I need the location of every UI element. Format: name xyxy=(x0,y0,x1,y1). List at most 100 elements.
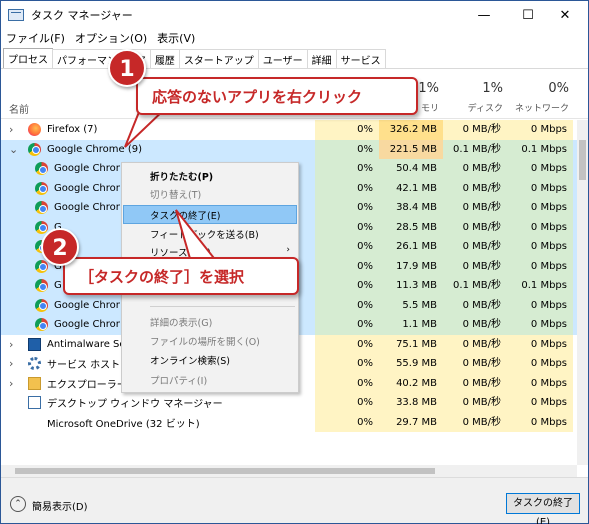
process-name: Microsoft OneDrive (32 ビット) xyxy=(47,418,200,430)
vertical-scrollbar[interactable] xyxy=(577,120,588,465)
disk-value: 0 MB/秒 xyxy=(443,237,507,257)
expand-chevron-icon[interactable]: › xyxy=(9,377,13,390)
cpu-value: 0% xyxy=(315,276,379,296)
name-column-header[interactable]: 名前 xyxy=(9,101,29,116)
context-menu-properties[interactable]: プロパティ(I) xyxy=(150,373,207,387)
vertical-scroll-thumb[interactable] xyxy=(579,140,586,180)
chrome-icon xyxy=(35,220,48,234)
cpu-value: 0% xyxy=(315,334,379,354)
disk-total[interactable]: 1% xyxy=(443,81,503,96)
menu-options[interactable]: オプション(O) xyxy=(70,30,152,46)
end-task-button[interactable]: タスクの終了(E) xyxy=(506,493,580,524)
callout-2-text: ［タスクの終了］を選択 xyxy=(79,267,245,286)
tab-services[interactable]: サービス xyxy=(335,49,386,68)
folder-icon xyxy=(28,376,41,390)
network-value: 0 Mbps xyxy=(507,237,573,257)
cpu-value: 0% xyxy=(315,393,379,413)
callout-2: ［タスクの終了］を選択 xyxy=(63,257,299,295)
network-value: 0.1 Mbps xyxy=(507,139,573,159)
network-total[interactable]: 0% xyxy=(507,81,569,96)
tab-strip: プロセス パフォーマンス ア 履歴 スタートアップ ユーザー 詳細 サービス xyxy=(3,48,386,68)
footer-bar: ⌃ 簡易表示(D) タスクの終了(E) xyxy=(1,477,588,524)
network-value: 0 Mbps xyxy=(507,334,573,354)
callout-1: 応答のないアプリを右クリック xyxy=(136,77,418,115)
desktop-window-icon xyxy=(28,396,41,409)
process-row[interactable]: › Firefox (7) 0% 326.2 MB 0 MB/秒 0 Mbps xyxy=(1,120,577,140)
process-name: Google Chrom xyxy=(54,202,120,214)
menu-view[interactable]: 表示(V) xyxy=(152,30,200,46)
disk-value: 0 MB/秒 xyxy=(443,256,507,276)
menu-file[interactable]: ファイル(F) xyxy=(1,30,70,46)
horizontal-scroll-thumb[interactable] xyxy=(15,468,435,474)
task-manager-window: タスク マネージャー — ☐ ✕ ファイル(F) オプション(O) 表示(V) … xyxy=(0,0,589,524)
shield-box-icon xyxy=(28,337,41,351)
disk-value: 0 MB/秒 xyxy=(443,354,507,374)
horizontal-scrollbar[interactable] xyxy=(1,465,577,477)
gear-icon xyxy=(28,357,41,370)
network-column-header[interactable]: ネットワーク xyxy=(507,101,569,114)
network-value: 0 Mbps xyxy=(507,393,573,413)
network-value: 0 Mbps xyxy=(507,373,573,393)
chrome-icon xyxy=(35,318,48,331)
cpu-value: 0% xyxy=(315,315,379,335)
cpu-value: 0% xyxy=(315,198,379,218)
tab-details[interactable]: 詳細 xyxy=(306,49,337,68)
callout-1-badge: 1 xyxy=(108,49,146,87)
context-menu-separator xyxy=(150,306,295,307)
chrome-icon xyxy=(35,298,48,312)
cpu-value: 0% xyxy=(315,139,379,159)
disk-value: 0.1 MB/秒 xyxy=(443,276,507,296)
cpu-value: 0% xyxy=(315,295,379,315)
task-manager-icon xyxy=(8,9,24,21)
disk-value: 0 MB/秒 xyxy=(443,217,507,237)
chevron-up-icon[interactable]: ⌃ xyxy=(10,496,26,512)
context-menu-go-to-details[interactable]: 詳細の表示(G) xyxy=(150,315,212,329)
context-menu-collapse[interactable]: 折りたたむ(P) xyxy=(150,169,213,183)
expand-chevron-icon[interactable]: ⌄ xyxy=(9,143,18,156)
callout-2-badge: 2 xyxy=(41,228,79,266)
tab-startup[interactable]: スタートアップ xyxy=(178,49,259,68)
memory-value: 42.1 MB xyxy=(379,178,443,198)
chrome-icon xyxy=(35,201,48,214)
cpu-value: 0% xyxy=(315,217,379,237)
expand-chevron-icon[interactable]: › xyxy=(9,338,13,351)
tab-history[interactable]: 履歴 xyxy=(149,49,180,68)
process-name: Google Chrom xyxy=(54,319,120,331)
chrome-icon xyxy=(35,279,48,292)
close-button[interactable]: ✕ xyxy=(542,1,588,29)
context-menu-search-online[interactable]: オンライン検索(S) xyxy=(150,353,230,367)
expand-chevron-icon[interactable]: › xyxy=(9,123,13,136)
chrome-icon xyxy=(28,142,41,156)
process-row[interactable]: ⌄ Google Chrome (9) 0% 221.5 MB 0.1 MB/秒 0.1 … xyxy=(1,139,577,159)
memory-value: 38.4 MB xyxy=(379,198,443,218)
network-value: 0 Mbps xyxy=(507,178,573,198)
disk-column-header[interactable]: ディスク xyxy=(443,101,503,114)
cpu-value: 0% xyxy=(315,120,379,140)
disk-value: 0 MB/秒 xyxy=(443,393,507,413)
tab-users[interactable]: ユーザー xyxy=(257,49,308,68)
process-row[interactable]: Microsoft OneDrive (32 ビット) 0% 29.7 MB 0 MB… xyxy=(1,412,577,432)
chrome-icon xyxy=(35,181,48,195)
memory-value: 5.5 MB xyxy=(379,295,443,315)
cpu-value: 0% xyxy=(315,354,379,374)
disk-value: 0 MB/秒 xyxy=(443,120,507,140)
minimize-button[interactable]: — xyxy=(461,1,507,29)
memory-value: 55.9 MB xyxy=(379,354,443,374)
expand-chevron-icon[interactable]: › xyxy=(9,357,13,370)
network-value: 0 Mbps xyxy=(507,315,573,335)
memory-value: 75.1 MB xyxy=(379,334,443,354)
disk-value: 0 MB/秒 xyxy=(443,178,507,198)
process-row[interactable]: デスクトップ ウィンドウ マネージャー 0% 33.8 MB 0 MB/秒 0 Mbps xyxy=(1,393,577,413)
process-name: Google Chrom xyxy=(54,182,120,194)
disk-value: 0 MB/秒 xyxy=(443,198,507,218)
network-value: 0.1 Mbps xyxy=(507,276,573,296)
context-menu-switch-to[interactable]: 切り替え(T) xyxy=(150,187,201,201)
tab-processes[interactable]: プロセス xyxy=(3,48,53,68)
context-menu-open-file-location[interactable]: ファイルの場所を開く(O) xyxy=(150,334,260,348)
network-value: 0 Mbps xyxy=(507,159,573,179)
fewer-details-link[interactable]: 簡易表示(D) xyxy=(32,498,88,513)
memory-value: 50.4 MB xyxy=(379,159,443,179)
memory-value: 29.7 MB xyxy=(379,412,443,432)
memory-value: 11.3 MB xyxy=(379,276,443,296)
title-bar: タスク マネージャー — ☐ ✕ xyxy=(1,1,588,29)
